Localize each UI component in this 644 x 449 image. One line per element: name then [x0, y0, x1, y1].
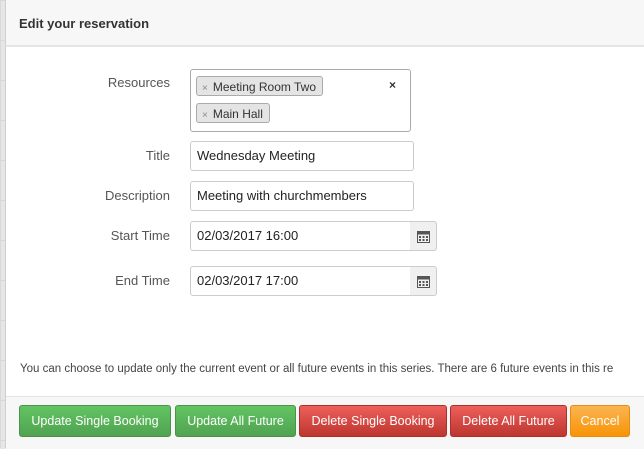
update-single-booking-button[interactable]: Update Single Booking [19, 405, 171, 437]
update-all-future-button[interactable]: Update All Future [175, 405, 296, 437]
start-time-calendar-button[interactable] [410, 221, 437, 251]
delete-all-future-button[interactable]: Delete All Future [450, 405, 567, 437]
dialog-header: Edit your reservation [6, 0, 644, 46]
edit-reservation-dialog: Edit your reservation Resources × Meeting… [5, 0, 644, 449]
clear-selection-icon[interactable]: × [389, 78, 396, 92]
title-input[interactable]: Wednesday Meeting [190, 141, 414, 171]
dialog-footer: Update Single Booking Update All Future … [6, 396, 644, 449]
calendar-icon [416, 230, 430, 243]
start-time-input[interactable]: 02/03/2017 16:00 [190, 221, 411, 251]
chip-remove-icon[interactable]: × [202, 110, 208, 121]
dialog-body: Resources × Meeting Room Two × Main Hall ×… [6, 46, 644, 397]
end-time-input[interactable]: 02/03/2017 17:00 [190, 266, 411, 296]
calendar-icon [416, 275, 430, 288]
chip-label: Meeting Room Two [212, 80, 317, 94]
description-label: Description [104, 188, 170, 203]
chip-label: Main Hall [212, 107, 263, 121]
resources-label: Resources [107, 75, 170, 90]
title-label: Title [145, 148, 170, 163]
start-time-label: Start Time [110, 228, 170, 243]
resource-chip-meeting-room-two: × Meeting Room Two [196, 76, 324, 96]
delete-single-booking-button[interactable]: Delete Single Booking [299, 405, 447, 437]
description-input[interactable]: Meeting with churchmembers [190, 181, 414, 211]
resources-select[interactable]: × Meeting Room Two × Main Hall × [190, 69, 411, 132]
dialog-title: Edit your reservation [19, 16, 150, 31]
series-info-text: You can choose to update only the curren… [20, 363, 614, 375]
resource-chip-main-hall: × Main Hall [196, 103, 270, 123]
end-time-label: End Time [115, 273, 170, 288]
end-time-calendar-button[interactable] [410, 266, 437, 296]
chip-remove-icon[interactable]: × [202, 83, 208, 94]
cancel-button[interactable]: Cancel [570, 405, 630, 437]
